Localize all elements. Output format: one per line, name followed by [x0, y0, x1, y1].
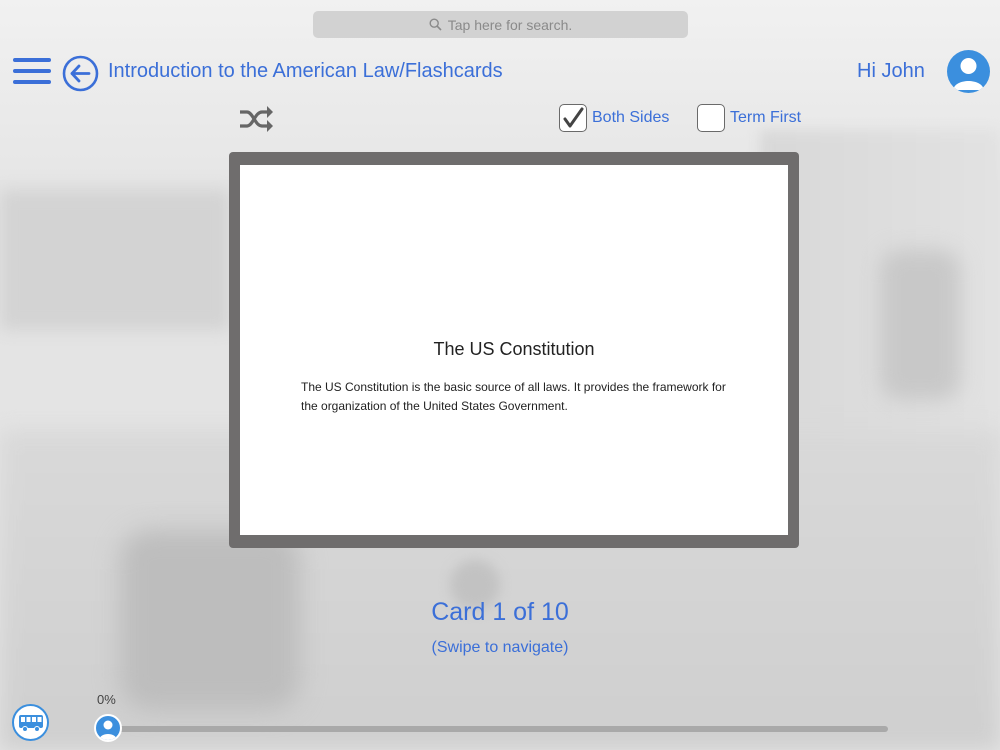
search-icon: [429, 18, 442, 31]
user-icon: [99, 720, 117, 740]
bus-icon: [18, 714, 43, 732]
user-avatar[interactable]: [947, 50, 990, 93]
shuffle-icon[interactable]: [238, 105, 274, 133]
search-placeholder: Tap here for search.: [447, 16, 573, 33]
user-greeting: Hi John: [857, 60, 925, 82]
user-icon: [953, 58, 984, 90]
back-arrow-icon[interactable]: [62, 55, 99, 92]
term-first-label[interactable]: Term First: [730, 109, 801, 127]
progress-track[interactable]: [108, 726, 888, 732]
flashcard-frame[interactable]: The US Constitution The US Constitution …: [229, 152, 799, 548]
both-sides-checkbox[interactable]: Both Sides: [559, 104, 669, 132]
both-sides-label[interactable]: Both Sides: [592, 109, 669, 127]
checkmark-icon: [563, 107, 584, 128]
progress-percent: 0%: [97, 692, 116, 707]
both-sides-box[interactable]: [559, 104, 587, 132]
search-bar[interactable]: Tap here for search.: [313, 11, 688, 38]
term-first-box[interactable]: [697, 104, 725, 132]
page-title: Introduction to the American Law/Flashca…: [108, 60, 503, 82]
flashcard[interactable]: The US Constitution The US Constitution …: [240, 165, 788, 535]
term-first-checkbox[interactable]: Term First: [697, 104, 801, 132]
progress-handle[interactable]: [94, 714, 122, 742]
swipe-hint: (Swipe to navigate): [431, 639, 569, 656]
bus-button[interactable]: [12, 704, 49, 741]
card-term: The US Constitution: [433, 339, 595, 359]
card-definition: The US Constitution is the basic source …: [301, 380, 726, 413]
card-counter: Card 1 of 10: [431, 598, 569, 626]
hamburger-icon[interactable]: [13, 58, 51, 84]
